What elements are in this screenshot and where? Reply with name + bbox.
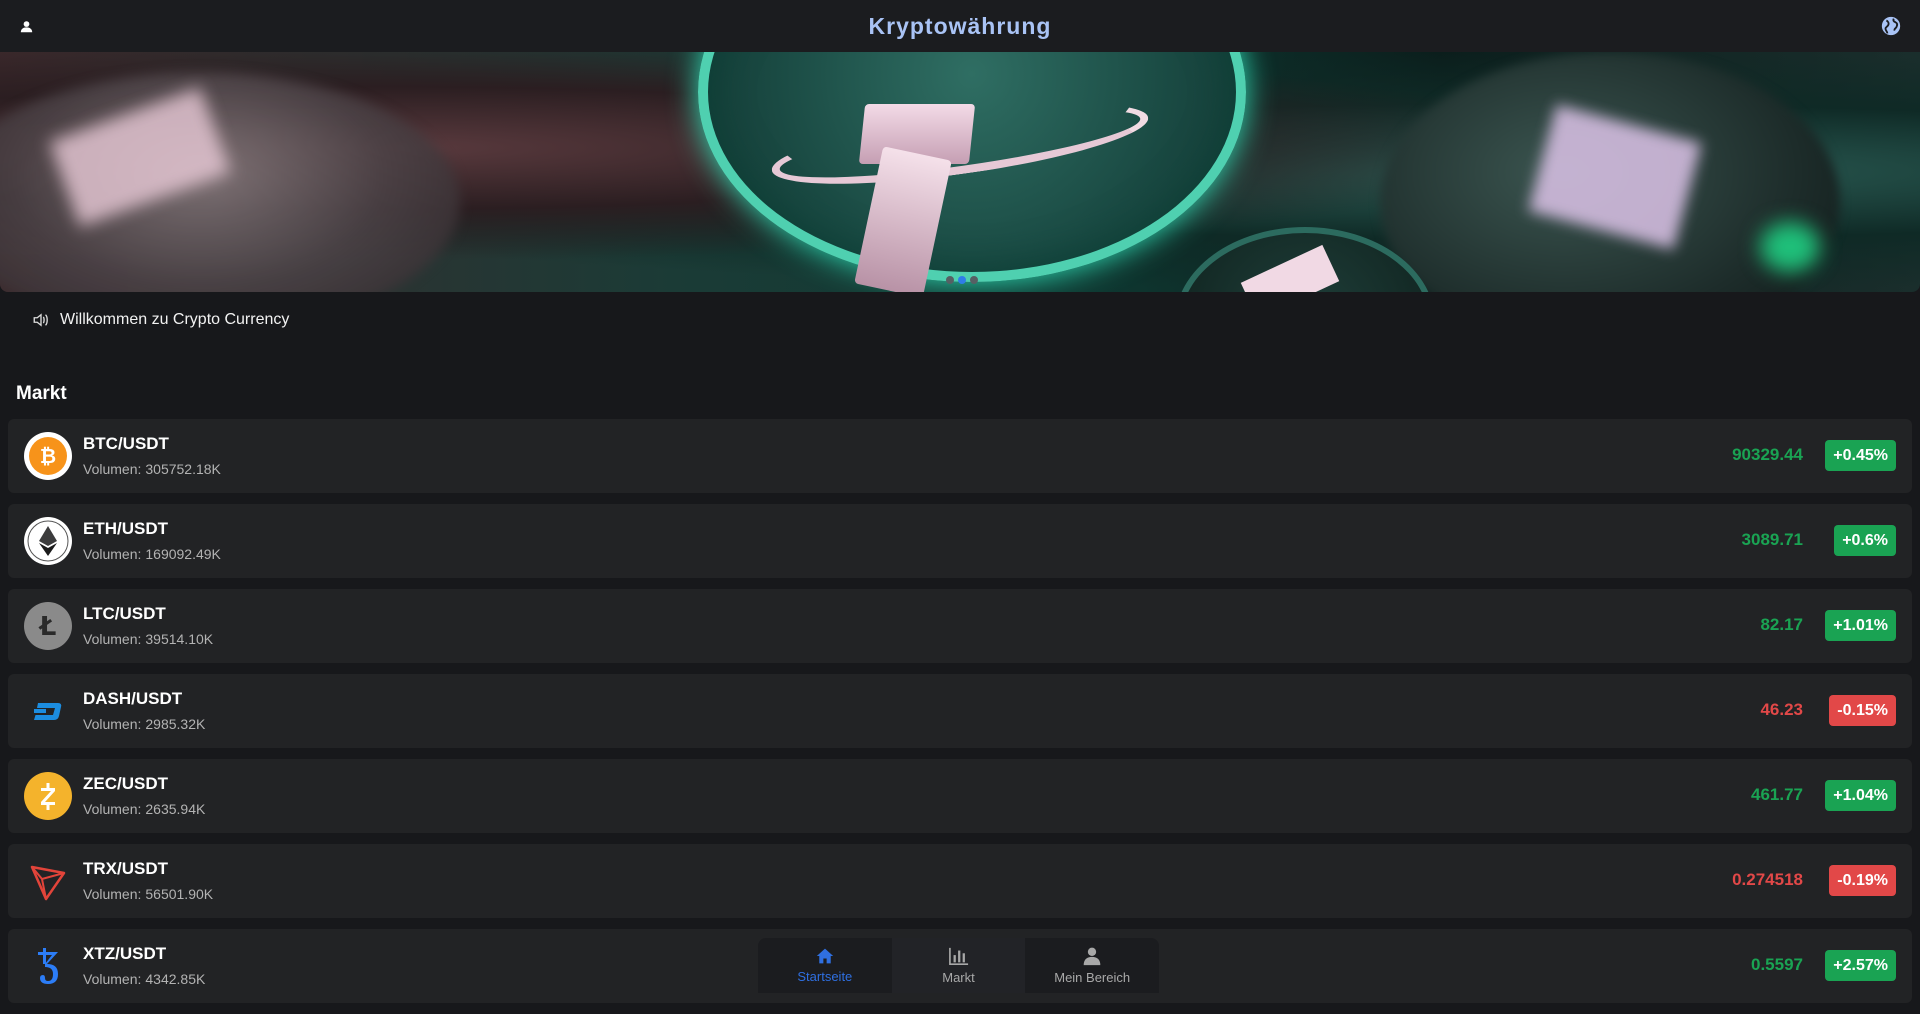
volume-value: 2635.94K [145, 801, 206, 817]
carousel-dot[interactable] [946, 276, 954, 284]
pair-name: TRX/USDT [83, 859, 168, 878]
bitcoin-icon: ₿ [24, 432, 72, 480]
volume: Volumen: 56501.90K [83, 886, 213, 902]
volume-value: 4342.85K [145, 971, 206, 987]
change-badge: -0.15% [1829, 695, 1896, 726]
market-row-dash[interactable]: DASH/USDT Volumen: 2985.32K 46.23 -0.15% [8, 674, 1912, 748]
user-icon[interactable] [14, 14, 38, 38]
change-badge: +1.04% [1825, 780, 1896, 811]
pair-name: XTZ/USDT [83, 944, 167, 963]
banner-glow [1760, 222, 1820, 272]
banner-carousel[interactable] [0, 52, 1920, 292]
change-badge: +0.6% [1834, 525, 1896, 556]
chart-icon [948, 947, 968, 965]
change-badge: +2.57% [1825, 950, 1896, 981]
top-bar: Kryptowährung [0, 0, 1920, 52]
volume-label: Volumen: [83, 631, 142, 647]
tron-icon [24, 857, 72, 905]
volume-label: Volumen: [83, 546, 142, 562]
change-badge: -0.19% [1829, 865, 1896, 896]
nav-item-my-area[interactable]: Mein Bereich [1025, 938, 1159, 993]
price: 3089.71 [1741, 530, 1803, 549]
volume-label: Volumen: [83, 971, 142, 987]
pair-name: LTC/USDT [83, 604, 166, 623]
price: 82.17 [1760, 615, 1803, 634]
market-list: ₿ BTC/USDT Volumen: 305752.18K 90329.44 +… [8, 419, 1912, 1014]
change-badge: +1.01% [1825, 610, 1896, 641]
change-badge: +0.45% [1825, 440, 1896, 471]
nav-label-home: Startseite [797, 969, 853, 984]
market-row-ltc[interactable]: Ł LTC/USDT Volumen: 39514.10K 82.17 +1.01… [8, 589, 1912, 663]
price: 0.274518 [1732, 870, 1803, 889]
home-icon [816, 948, 834, 964]
page-title: Kryptowährung [868, 12, 1052, 39]
carousel-dot-active[interactable] [958, 276, 966, 284]
volume: Volumen: 4342.85K [83, 971, 205, 987]
price: 90329.44 [1732, 445, 1803, 464]
market-row-btc[interactable]: ₿ BTC/USDT Volumen: 305752.18K 90329.44 +… [8, 419, 1912, 493]
pair-name: ZEC/USDT [83, 774, 168, 793]
announcement-bar: Willkommen zu Crypto Currency [32, 311, 289, 329]
volume-label: Volumen: [83, 461, 142, 477]
pair-name: BTC/USDT [83, 434, 169, 453]
dash-icon [24, 687, 72, 735]
nav-label-my-area: Mein Bereich [1054, 970, 1131, 985]
tezos-icon [24, 942, 72, 990]
pair-name: DASH/USDT [83, 689, 183, 708]
market-row-eth[interactable]: ETH/USDT Volumen: 169092.49K 3089.71 +0.6… [8, 504, 1912, 578]
volume: Volumen: 169092.49K [83, 546, 221, 562]
announcement-text: Willkommen zu Crypto Currency [60, 311, 290, 328]
carousel-dot[interactable] [970, 276, 978, 284]
svg-text:Ł: Ł [38, 612, 57, 642]
volume: Volumen: 305752.18K [83, 461, 221, 477]
carousel-indicators [946, 276, 978, 284]
bottom-nav: Startseite Markt Mein Bereich [758, 938, 1159, 993]
volume: Volumen: 39514.10K [83, 631, 213, 647]
market-section-title: Markt [16, 383, 67, 404]
svg-text:₿: ₿ [40, 444, 56, 468]
volume-label: Volumen: [83, 886, 142, 902]
price: 0.5597 [1751, 955, 1803, 974]
person-icon [1083, 947, 1101, 966]
volume-value: 2985.32K [145, 716, 206, 732]
price: 46.23 [1760, 700, 1803, 719]
market-row-trx[interactable]: TRX/USDT Volumen: 56501.90K 0.274518 -0.1… [8, 844, 1912, 918]
volume-value: 305752.18K [145, 461, 221, 477]
nav-label-market: Markt [942, 970, 975, 985]
litecoin-icon: Ł [24, 602, 72, 650]
ethereum-icon [24, 517, 72, 565]
volume-value: 39514.10K [145, 631, 214, 647]
volume: Volumen: 2635.94K [83, 801, 205, 817]
pair-name: ETH/USDT [83, 519, 168, 538]
volume-label: Volumen: [83, 716, 142, 732]
market-row-zec[interactable]: ZEC/USDT Volumen: 2635.94K 461.77 +1.04% [8, 759, 1912, 833]
volume: Volumen: 2985.32K [83, 716, 205, 732]
nav-item-home[interactable]: Startseite [758, 938, 892, 993]
globe-icon[interactable] [1878, 13, 1904, 39]
volume-label: Volumen: [83, 801, 142, 817]
volume-value: 169092.49K [145, 546, 221, 562]
price: 461.77 [1751, 785, 1803, 804]
nav-item-market[interactable]: Markt [891, 938, 1026, 993]
zcash-icon [24, 772, 72, 820]
speaker-icon [32, 311, 50, 329]
volume-value: 56501.90K [145, 886, 214, 902]
